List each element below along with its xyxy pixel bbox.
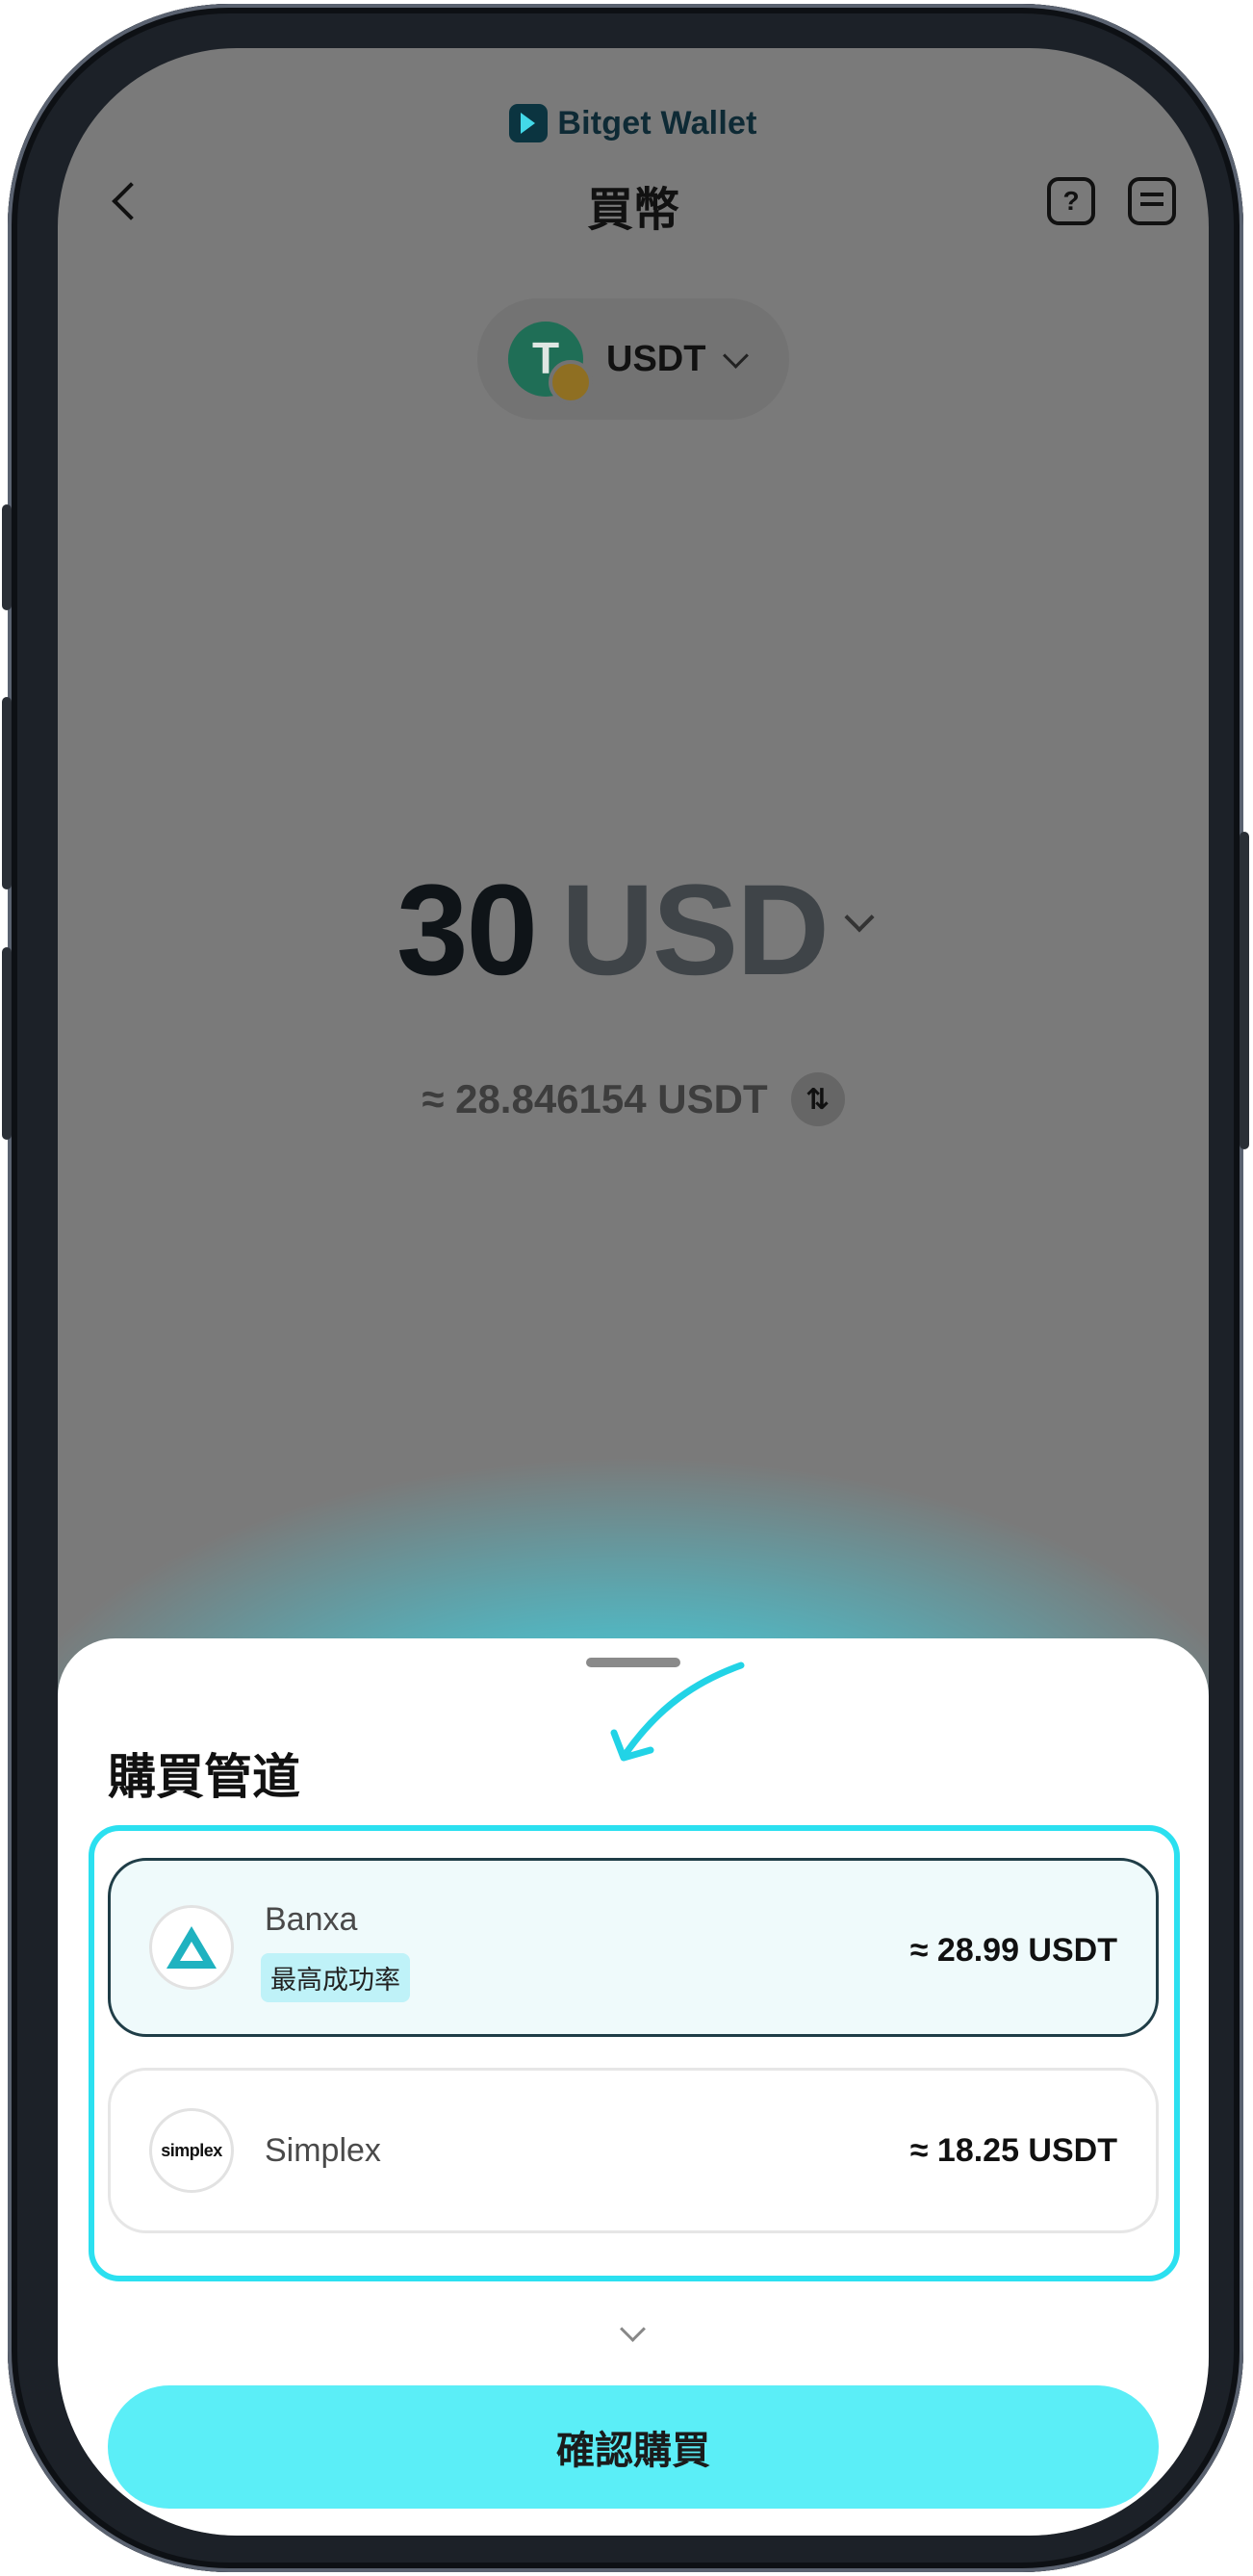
screen: Bitget Wallet 買幣 ? USDT 30USD ≈ 28.84615… xyxy=(58,48,1209,2536)
amount-value: 30 xyxy=(396,859,538,1002)
approx-row: ≈ 28.846154 USDT ⇅ xyxy=(58,1072,1209,1126)
show-more-chevron-icon[interactable] xyxy=(620,2316,646,2342)
token-selector[interactable]: USDT xyxy=(477,298,789,420)
brand-name: Bitget Wallet xyxy=(557,104,757,142)
silent-switch xyxy=(2,504,12,610)
provider-name: Simplex xyxy=(265,2132,381,2169)
bitget-logo-icon xyxy=(509,104,549,142)
help-icon[interactable]: ? xyxy=(1047,177,1095,225)
amount-display[interactable]: 30 USD xyxy=(58,857,1209,1004)
swap-icon[interactable]: ⇅ xyxy=(790,1072,845,1126)
provider-quote: ≈ 28.99 USDT xyxy=(909,1932,1117,1969)
orders-icon[interactable] xyxy=(1128,177,1176,225)
provider-name: Banxa xyxy=(265,1901,358,1938)
phone-frame: Bitget Wallet 買幣 ? USDT 30USD ≈ 28.84615… xyxy=(2,4,1249,2572)
annotation-arrow-icon xyxy=(610,1662,745,1762)
usdt-token-icon xyxy=(508,322,593,404)
provider-banxa[interactable]: Banxa 最高成功率 ≈ 28.99 USDT xyxy=(108,1858,1159,2037)
confirm-purchase-button[interactable]: 確認購買 xyxy=(108,2385,1159,2509)
sheet-title: 購買管道 xyxy=(108,1750,300,1804)
amount-currency: USD xyxy=(561,859,830,1002)
power-button xyxy=(1240,832,1249,1149)
simplex-logo-icon: simplex xyxy=(149,2108,234,2193)
approx-value: ≈ 28.846154 USDT xyxy=(422,1076,768,1121)
page-title: 買幣 xyxy=(586,185,679,236)
banxa-logo-icon xyxy=(149,1905,234,1990)
provider-quote: ≈ 18.25 USDT xyxy=(909,2132,1117,2169)
provider-simplex[interactable]: simplex Simplex ≈ 18.25 USDT xyxy=(108,2068,1159,2233)
success-rate-badge: 最高成功率 xyxy=(261,1953,410,2002)
volume-up-button xyxy=(2,697,12,889)
bnb-chain-badge-icon xyxy=(549,360,593,404)
brand-header: Bitget Wallet xyxy=(58,104,1209,142)
currency-chevron-down-icon[interactable] xyxy=(844,902,875,933)
top-bar: 買幣 ? xyxy=(58,162,1209,239)
bottom-sheet: 購買管道 Banxa 最高成功率 ≈ 28.99 USDT simplex Si… xyxy=(58,1638,1209,2536)
volume-down-button xyxy=(2,947,12,1140)
token-symbol: USDT xyxy=(606,338,706,379)
chevron-down-icon xyxy=(723,342,750,369)
